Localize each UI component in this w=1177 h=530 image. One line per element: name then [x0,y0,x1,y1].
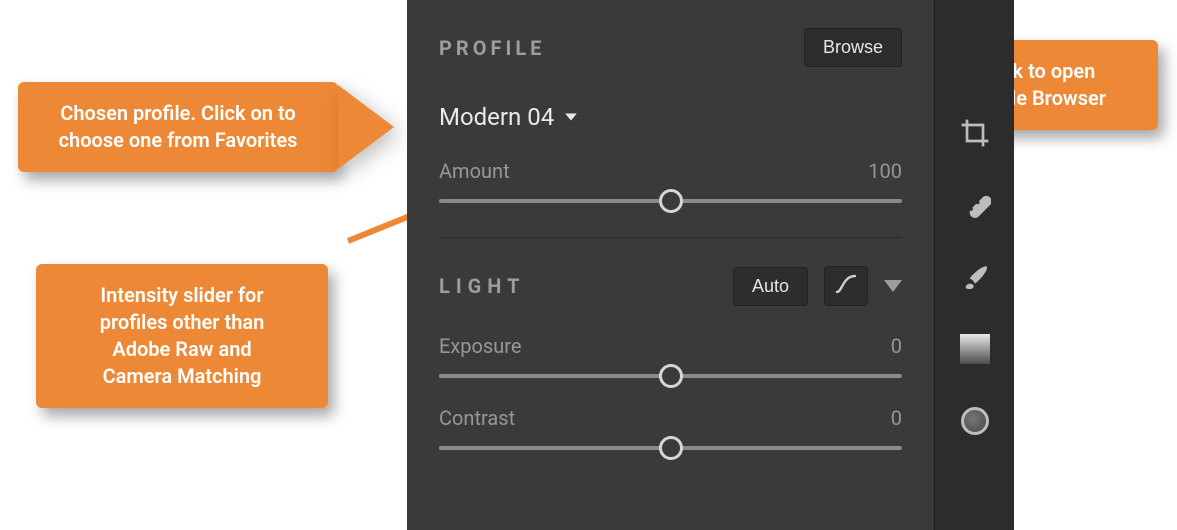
linear-gradient-icon[interactable] [958,332,992,366]
healing-brush-icon[interactable] [958,188,992,222]
tone-curve-icon [834,272,858,300]
callout-text: Intensity slider for profiles other than… [100,283,265,388]
tool-rail [934,0,1014,530]
exposure-slider-row: Exposure 0 [439,334,902,378]
profile-dropdown[interactable]: Modern 04 [439,103,902,131]
amount-value: 100 [868,159,902,183]
exposure-label: Exposure [439,334,521,358]
profile-name-label: Modern 04 [439,103,554,131]
annotation-callout-profile: Chosen profile. Click on to choose one f… [18,82,338,172]
chevron-down-icon [564,110,578,124]
contrast-slider-thumb[interactable] [659,436,683,460]
contrast-slider-row: Contrast 0 [439,406,902,450]
crop-icon[interactable] [958,116,992,150]
exposure-slider-thumb[interactable] [659,364,683,388]
amount-label: Amount [439,159,510,183]
edit-panel: PROFILE Browse Modern 04 Amount 100 LIGH… [407,0,934,530]
callout-text: Chosen profile. Click on to choose one f… [59,101,298,152]
light-section-header: LIGHT Auto [439,266,902,306]
exposure-slider[interactable] [439,374,902,378]
tone-curve-button[interactable] [824,266,868,306]
annotation-callout-intensity: Intensity slider for profiles other than… [36,264,328,408]
section-divider [439,237,902,238]
collapse-toggle-icon[interactable] [884,280,902,292]
exposure-value: 0 [891,334,902,358]
amount-slider[interactable] [439,199,902,203]
browse-button[interactable]: Browse [804,28,902,67]
amount-slider-row: Amount 100 [439,159,902,203]
profile-section-header: PROFILE Browse [439,28,902,67]
radial-gradient-icon[interactable] [958,404,992,438]
auto-button[interactable]: Auto [733,267,808,306]
section-title: LIGHT [439,274,526,298]
section-title: PROFILE [439,36,545,60]
amount-slider-thumb[interactable] [659,189,683,213]
contrast-value: 0 [891,406,902,430]
contrast-slider[interactable] [439,446,902,450]
brush-icon[interactable] [958,260,992,294]
contrast-label: Contrast [439,406,515,430]
